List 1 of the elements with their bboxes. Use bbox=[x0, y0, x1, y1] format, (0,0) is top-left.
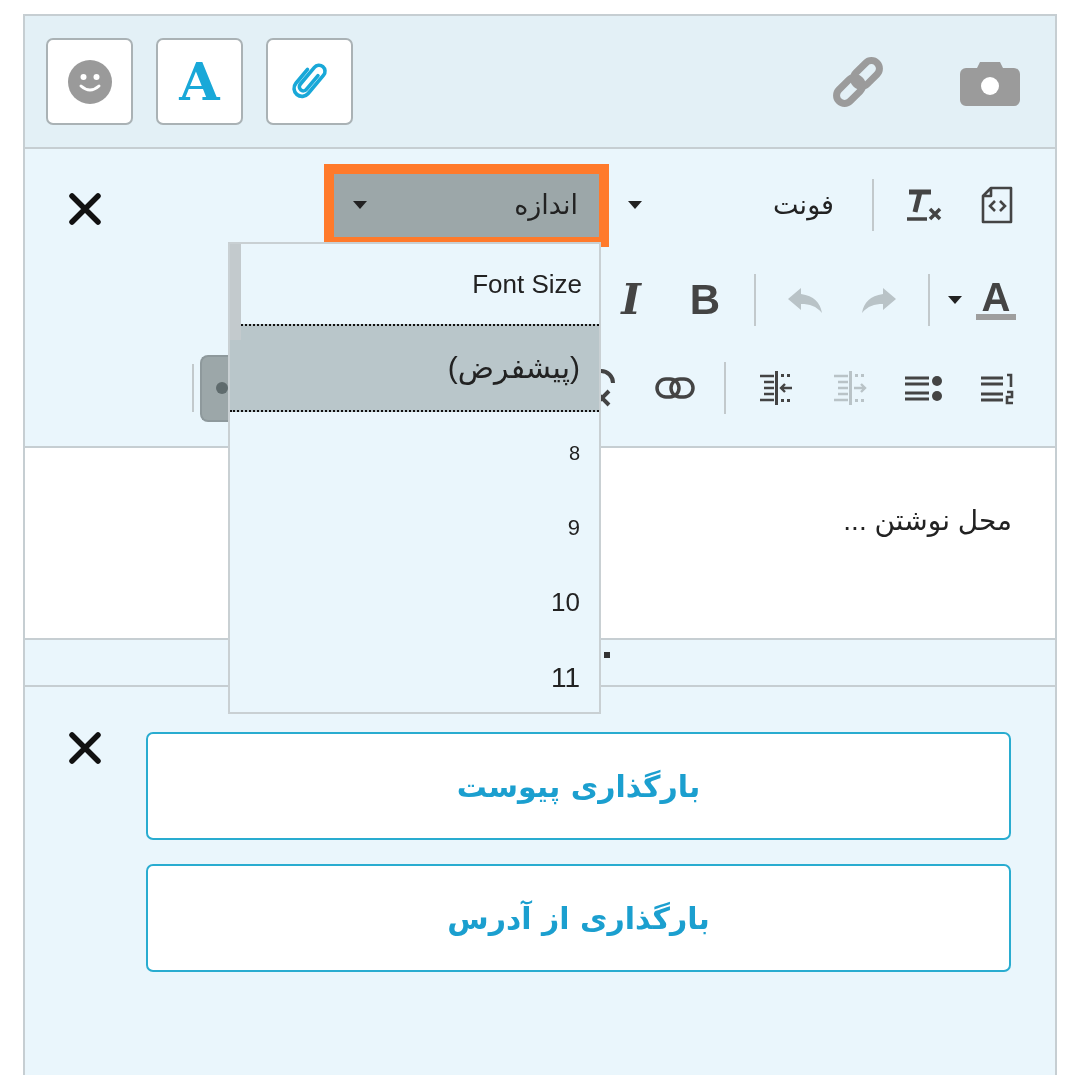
menu-title: Font Size bbox=[472, 268, 582, 300]
